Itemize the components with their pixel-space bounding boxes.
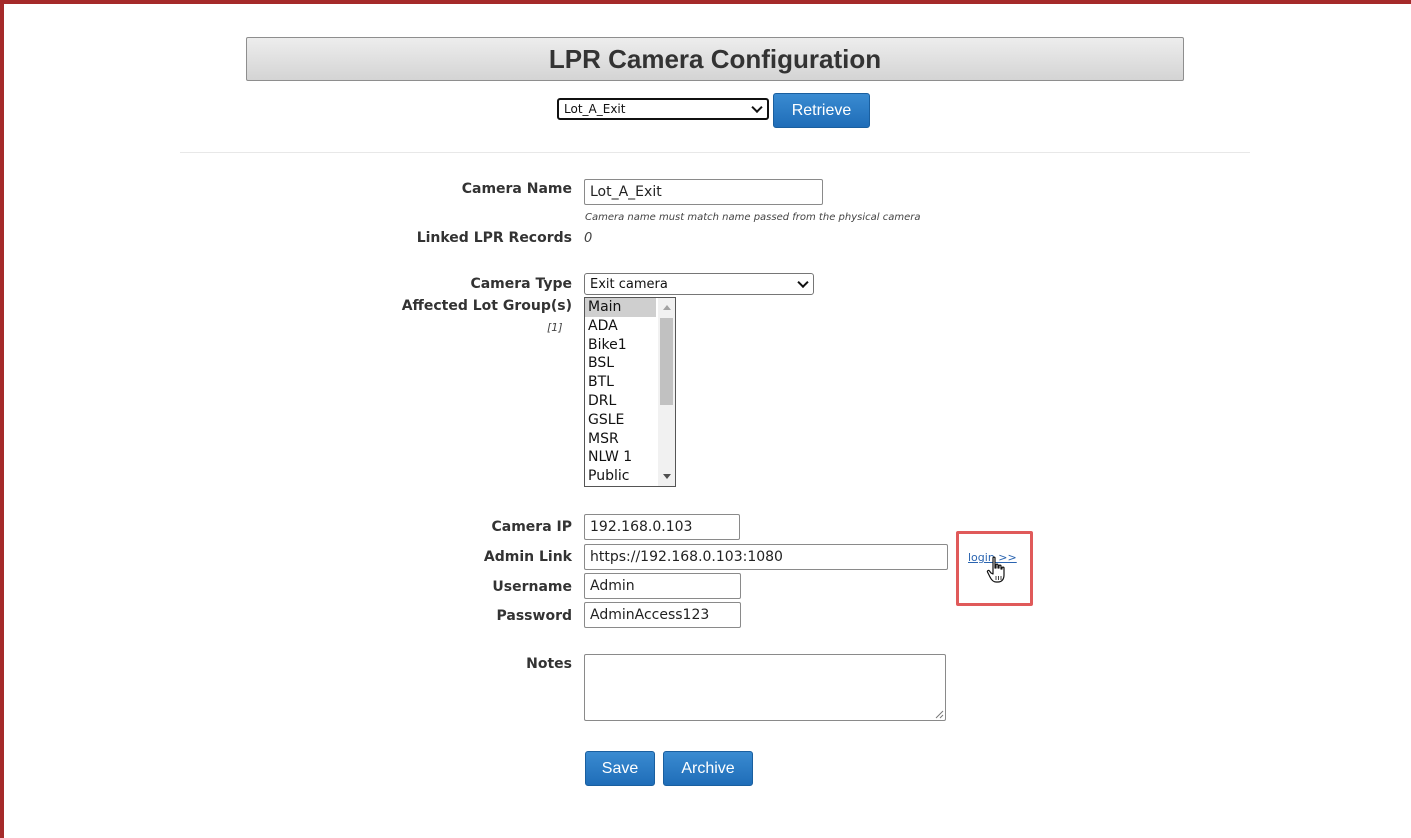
camera-select-value: Lot_A_Exit: [564, 102, 626, 116]
camera-type-select[interactable]: Exit camera: [584, 273, 814, 295]
save-button[interactable]: Save: [585, 751, 655, 786]
camera-name-label: Camera Name: [461, 181, 572, 197]
divider: [180, 152, 1250, 153]
linked-records-label: Linked LPR Records: [416, 230, 572, 246]
list-item[interactable]: Bike1: [585, 336, 656, 355]
retrieve-button[interactable]: Retrieve: [773, 93, 870, 128]
frame-left-border: [0, 0, 4, 838]
scrollbar-thumb[interactable]: [660, 318, 673, 405]
password-input[interactable]: AdminAccess123: [584, 602, 741, 628]
list-item[interactable]: DRL: [585, 392, 656, 411]
resize-grip-icon[interactable]: [935, 710, 944, 719]
listbox-scrollbar[interactable]: [658, 298, 675, 486]
lot-groups-count: [1]: [547, 321, 563, 334]
admin-link-label: Admin Link: [483, 549, 572, 565]
camera-name-input[interactable]: Lot_A_Exit: [584, 179, 823, 205]
list-item[interactable]: Public: [585, 467, 656, 486]
camera-type-label: Camera Type: [470, 276, 572, 292]
list-item[interactable]: NLW 1: [585, 448, 656, 467]
username-input[interactable]: Admin: [584, 573, 741, 599]
archive-button[interactable]: Archive: [663, 751, 753, 786]
password-label: Password: [496, 608, 572, 624]
notes-textarea[interactable]: [584, 654, 946, 721]
list-item[interactable]: BTL: [585, 373, 656, 392]
list-item[interactable]: MSR: [585, 430, 656, 449]
chevron-down-icon: [751, 101, 763, 114]
scroll-up-arrow-icon[interactable]: [663, 305, 671, 310]
page-title: LPR Camera Configuration: [246, 37, 1184, 81]
notes-label: Notes: [526, 656, 572, 672]
hand-pointer-icon: [986, 556, 1005, 583]
admin-link-input[interactable]: https://192.168.0.103:1080: [584, 544, 948, 570]
lot-groups-listbox[interactable]: Main ADA Bike1 BSL BTL DRL GSLE MSR NLW …: [584, 297, 676, 487]
list-item[interactable]: GSLE: [585, 411, 656, 430]
camera-name-hint: Camera name must match name passed from …: [585, 212, 921, 223]
camera-type-value: Exit camera: [590, 276, 668, 292]
lot-groups-label: Affected Lot Group(s): [401, 298, 572, 314]
camera-select[interactable]: Lot_A_Exit: [557, 98, 769, 120]
list-item[interactable]: BSL: [585, 354, 656, 373]
camera-ip-input[interactable]: 192.168.0.103: [584, 514, 740, 540]
frame-top-border: [0, 0, 1411, 4]
username-label: Username: [492, 579, 572, 595]
list-item[interactable]: Main: [585, 298, 656, 317]
camera-ip-label: Camera IP: [491, 519, 573, 535]
linked-records-value: 0: [584, 231, 593, 246]
list-item[interactable]: ADA: [585, 317, 656, 336]
chevron-down-icon: [797, 276, 809, 289]
scroll-down-arrow-icon[interactable]: [663, 474, 671, 479]
